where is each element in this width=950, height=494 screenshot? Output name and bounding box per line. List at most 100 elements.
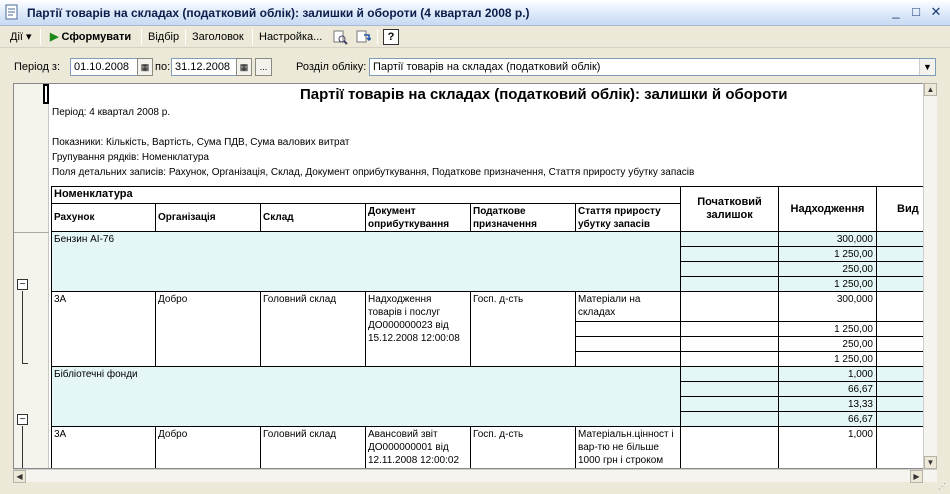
group-receipt-value: 66,67 bbox=[779, 412, 877, 427]
detail-tax-purpose[interactable]: Госп. д-сть bbox=[471, 427, 576, 468]
refresh-icon[interactable] bbox=[355, 29, 371, 45]
grouping-gutter: − − bbox=[14, 84, 49, 468]
detail-receipt-value: 300,000 bbox=[779, 292, 877, 322]
group-row-name[interactable]: Бібліотечні фонди bbox=[51, 367, 681, 427]
scroll-right-icon[interactable]: ▶ bbox=[910, 470, 923, 483]
detail-opening-cell bbox=[681, 337, 779, 352]
group-bracket-end bbox=[22, 363, 28, 364]
group-receipt-value: 250,00 bbox=[779, 262, 877, 277]
group-opening-cell bbox=[681, 367, 779, 382]
group-bracket-line bbox=[22, 291, 23, 363]
group-opening-cell bbox=[681, 247, 779, 262]
report-table: Номенклатура Рахунок Організація Склад Д… bbox=[51, 186, 935, 468]
toolbar-separator bbox=[377, 29, 378, 45]
cell-cursor bbox=[43, 84, 49, 104]
generate-button[interactable]: ▶ Сформувати bbox=[46, 28, 135, 46]
group-receipt-value: 1,000 bbox=[779, 367, 877, 382]
calendar-from-icon[interactable]: ▦ bbox=[137, 58, 153, 76]
toolbar-separator bbox=[40, 29, 41, 45]
calendar-to-icon[interactable]: ▦ bbox=[236, 58, 252, 76]
group-opening-cell bbox=[681, 397, 779, 412]
detail-document[interactable]: Авансовий звіт ДО000000001 від 12.11.200… bbox=[366, 427, 471, 468]
report-spreadsheet[interactable]: − − Партії товарів на складах (податкови… bbox=[13, 83, 936, 469]
detail-receipt-value: 1,000 bbox=[779, 427, 877, 468]
collapse-group-icon[interactable]: − bbox=[17, 414, 28, 425]
report-period: Період: 4 квартал 2008 р. bbox=[52, 107, 171, 118]
group-receipt-value: 66,67 bbox=[779, 382, 877, 397]
help-button[interactable]: ? bbox=[383, 29, 399, 45]
toolbar-separator bbox=[185, 29, 186, 45]
detail-organization[interactable]: Добро bbox=[156, 427, 261, 468]
print-preview-icon[interactable] bbox=[332, 29, 348, 45]
detail-warehouse[interactable]: Головний склад bbox=[261, 292, 366, 367]
horizontal-scrollbar[interactable]: ◀ ▶ bbox=[13, 469, 937, 483]
period-select-button[interactable]: ... bbox=[255, 58, 272, 76]
detail-tax-purpose[interactable]: Госп. д-сть bbox=[471, 292, 576, 367]
date-from-field[interactable]: 01.10.2008 bbox=[70, 58, 138, 76]
group-opening-cell bbox=[681, 382, 779, 397]
scroll-up-icon[interactable]: ▲ bbox=[924, 83, 937, 96]
dropdown-arrow-icon[interactable]: ▼ bbox=[919, 59, 935, 75]
detail-warehouse[interactable]: Головний склад bbox=[261, 427, 366, 468]
report-document-icon bbox=[5, 4, 18, 20]
minimize-button[interactable]: _ bbox=[888, 4, 904, 20]
detail-account[interactable]: 3А bbox=[51, 427, 156, 468]
detail-opening-cell bbox=[681, 352, 779, 367]
detail-receipt-value: 1 250,00 bbox=[779, 322, 877, 337]
group-bracket-line bbox=[22, 426, 23, 468]
detail-document[interactable]: Надходження товарів і послуг ДО000000023… bbox=[366, 292, 471, 367]
detail-article[interactable]: Матеріали на складах bbox=[576, 292, 681, 322]
header-article: Стаття приросту убутку запасів bbox=[576, 204, 681, 232]
close-button[interactable]: ✕ bbox=[928, 4, 944, 20]
toolbar-separator bbox=[252, 29, 253, 45]
section-select-value: Партії товарів на складах (податковий об… bbox=[373, 61, 601, 73]
group-opening-cell bbox=[681, 412, 779, 427]
filter-button[interactable]: Відбір bbox=[144, 28, 183, 46]
period-from-label: Період з: bbox=[14, 61, 61, 73]
detail-organization[interactable]: Добро bbox=[156, 292, 261, 367]
window-title: Партії товарів на складах (податковий об… bbox=[27, 6, 530, 20]
header-button[interactable]: Заголовок bbox=[188, 28, 248, 46]
report-detail-fields: Поля детальних записів: Рахунок, Організ… bbox=[52, 167, 695, 178]
group-receipt-value: 1 250,00 bbox=[779, 247, 877, 262]
settings-button[interactable]: Настройка... bbox=[255, 28, 326, 46]
detail-receipt-value: 1 250,00 bbox=[779, 352, 877, 367]
dropdown-arrow-icon: ▾ bbox=[26, 31, 32, 43]
play-icon: ▶ bbox=[50, 31, 59, 43]
detail-receipt-value: 250,00 bbox=[779, 337, 877, 352]
date-to-field[interactable]: 31.12.2008 bbox=[171, 58, 237, 76]
detail-article-cell bbox=[576, 322, 681, 337]
header-nomenclature: Номенклатура bbox=[51, 186, 681, 204]
scroll-down-icon[interactable]: ▼ bbox=[924, 456, 937, 469]
parameters-panel: Період з: 01.10.2008 ▦ по: 31.12.2008 ▦ … bbox=[0, 56, 950, 78]
maximize-button[interactable]: □ bbox=[908, 4, 924, 20]
header-account: Рахунок bbox=[51, 204, 156, 232]
period-to-label: по: bbox=[155, 61, 171, 73]
title-bar: Партії товарів на складах (податковий об… bbox=[0, 0, 950, 26]
group-receipt-value: 300,000 bbox=[779, 232, 877, 247]
vertical-scrollbar[interactable]: ▲ ▼ bbox=[923, 83, 937, 469]
detail-article[interactable]: Матеріальн.цінност і вар-тю не більше 10… bbox=[576, 427, 681, 468]
section-select[interactable]: Партії товарів на складах (податковий об… bbox=[369, 58, 936, 76]
collapse-group-icon[interactable]: − bbox=[17, 279, 28, 290]
detail-account[interactable]: 3А bbox=[51, 292, 156, 367]
group-receipt-value: 13,33 bbox=[779, 397, 877, 412]
scroll-left-icon[interactable]: ◀ bbox=[13, 470, 26, 483]
group-opening-cell bbox=[681, 232, 779, 247]
detail-opening-cell bbox=[681, 427, 779, 468]
header-document: Документ оприбуткування bbox=[366, 204, 471, 232]
report-indicators: Показники: Кількість, Вартість, Сума ПДВ… bbox=[52, 137, 350, 148]
header-organization: Організація bbox=[156, 204, 261, 232]
report-grouping: Групування рядків: Номенклатура bbox=[52, 152, 209, 163]
group-row-name[interactable]: Бензин АІ-76 bbox=[51, 232, 681, 292]
detail-opening-cell bbox=[681, 292, 779, 322]
group-opening-cell bbox=[681, 277, 779, 292]
toolbar-separator bbox=[141, 29, 142, 45]
group-receipt-value: 1 250,00 bbox=[779, 277, 877, 292]
header-opening-balance: Початковий залишок bbox=[681, 186, 779, 232]
actions-menu-button[interactable]: Дії ▾ bbox=[6, 28, 36, 46]
group-opening-cell bbox=[681, 262, 779, 277]
report-title: Партії товарів на складах (податковий об… bbox=[300, 86, 788, 103]
resize-grip-icon[interactable]: ⋰ bbox=[938, 482, 948, 492]
gutter-divider bbox=[14, 232, 49, 233]
